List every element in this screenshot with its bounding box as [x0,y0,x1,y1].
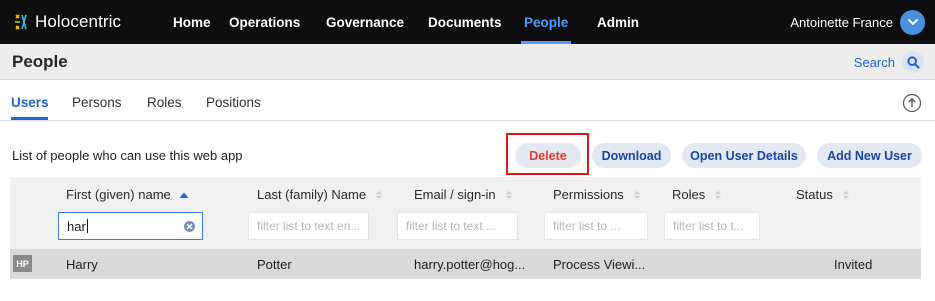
user-menu-chevron-icon[interactable] [900,9,925,35]
first-name-filter-input[interactable]: har [58,212,203,240]
table-row[interactable]: HP Harry Potter harry.potter@hog... Proc… [10,249,921,279]
text-cursor [86,219,88,233]
holocentric-logo-icon [15,14,27,30]
user-name: Antoinette France [790,14,893,30]
user-initials-avatar: HP [13,255,32,272]
tab-positions[interactable]: Positions [206,95,261,110]
active-tab-indicator [11,117,48,120]
permissions-filter-input[interactable]: filter list to ... [544,212,648,240]
nav-item-operations[interactable]: Operations [229,0,300,44]
tab-persons[interactable]: Persons [72,95,122,110]
permissions-cell: Process Viewi... [553,257,646,272]
people-tabs: Users Persons Roles Positions [0,81,935,121]
column-header-permissions[interactable]: Permissions [553,187,642,202]
email-filter-input[interactable]: filter list to text ... [397,212,518,240]
add-new-user-button[interactable]: Add New User [817,143,922,168]
sort-icon[interactable] [632,190,642,200]
status-cell: Invited [834,257,873,272]
sort-icon[interactable] [504,190,514,200]
scroll-up-icon[interactable] [902,93,922,113]
column-title: Status [796,187,833,202]
page-title: People [12,52,68,71]
filter-value: har [67,219,86,234]
table-header: First (given) name Last (family) Name Em… [10,177,921,249]
last-name-cell: Potter [257,257,292,272]
user-menu[interactable]: Antoinette France [790,0,925,44]
column-title: First (given) name [66,187,171,202]
tab-users[interactable]: Users [11,95,49,110]
brand[interactable]: Holocentric [14,12,166,32]
column-title: Permissions [553,187,624,202]
column-header-last-name[interactable]: Last (family) Name [257,187,384,202]
list-description: List of people who can use this web app [12,148,243,163]
roles-filter-input[interactable]: filter list to t... [664,212,760,240]
column-header-roles[interactable]: Roles [672,187,723,202]
open-user-details-button[interactable]: Open User Details [682,143,806,168]
last-name-filter-input[interactable]: filter list to text en... [248,212,369,240]
users-table: First (given) name Last (family) Name Em… [10,177,921,301]
search-icon[interactable] [902,51,924,73]
nav-item-governance[interactable]: Governance [326,0,404,44]
top-nav-bar: Holocentric Home Operations Governance D… [0,0,935,44]
column-title: Roles [672,187,706,202]
column-header-first-name[interactable]: First (given) name [66,187,189,202]
column-title: Last (family) Name [257,187,367,202]
nav-item-documents[interactable]: Documents [428,0,502,44]
nav-item-admin[interactable]: Admin [597,0,639,44]
nav-item-people[interactable]: People [520,0,572,44]
first-name-cell: Harry [66,257,98,272]
column-header-email[interactable]: Email / sign-in [414,187,514,202]
download-button[interactable]: Download [592,143,671,168]
email-cell: harry.potter@hog... [414,257,526,272]
sort-icon[interactable] [374,190,384,200]
clear-filter-icon[interactable] [184,221,195,232]
delete-button[interactable]: Delete [515,143,581,168]
nav-item-home[interactable]: Home [173,0,211,44]
sort-icon[interactable] [713,190,723,200]
sort-icon[interactable] [841,190,851,200]
sort-ascending-icon[interactable] [179,190,189,200]
column-title: Email / sign-in [414,187,496,202]
column-header-status[interactable]: Status [796,187,851,202]
page-header: People Search [0,44,935,80]
tab-roles[interactable]: Roles [147,95,182,110]
search-link[interactable]: Search [854,55,895,70]
brand-name: Holocentric [35,12,122,31]
